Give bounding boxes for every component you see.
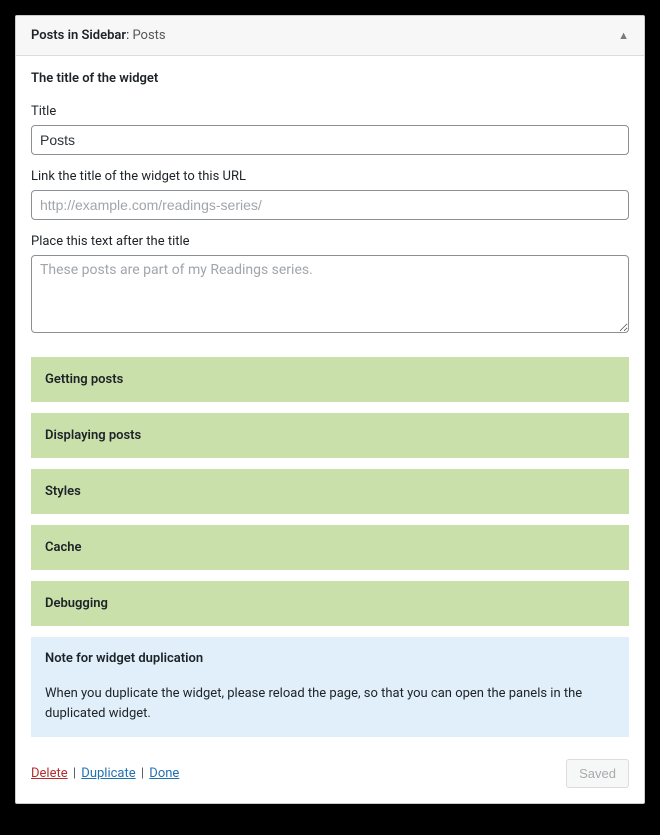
accordion-label: Cache [45,540,82,555]
link-field: Link the title of the widget to this URL [31,169,629,220]
accordion-label: Displaying posts [45,428,141,443]
note-text: When you duplicate the widget, please re… [45,684,615,723]
link-input[interactable] [31,190,629,220]
accordion-label: Styles [45,484,81,499]
widget-instance-title: Posts [132,28,165,43]
delete-link[interactable]: Delete [31,766,68,781]
widget-header-title: Posts in Sidebar: Posts [31,28,166,43]
title-field: Title [31,104,629,155]
intro-label: Place this text after the title [31,234,629,249]
duplicate-link[interactable]: Duplicate [81,766,135,781]
widget-name: Posts in Sidebar [31,28,126,43]
collapse-up-icon[interactable]: ▲ [618,29,629,42]
accordion-cache[interactable]: Cache [31,525,629,570]
accordion-debugging[interactable]: Debugging [31,581,629,626]
accordion-getting-posts[interactable]: Getting posts [31,357,629,402]
note-title: Note for widget duplication [45,651,615,666]
accordion-group: Getting posts Displaying posts Styles Ca… [31,357,629,626]
done-link[interactable]: Done [149,766,179,781]
intro-field: Place this text after the title [31,234,629,337]
intro-textarea[interactable] [31,255,629,333]
accordion-styles[interactable]: Styles [31,469,629,514]
footer-links: Delete | Duplicate | Done [31,766,179,781]
widget-container: Posts in Sidebar: Posts ▲ The title of t… [15,15,645,804]
saved-button: Saved [566,759,629,788]
title-label: Title [31,104,629,119]
accordion-label: Getting posts [45,372,123,387]
separator: | [141,766,144,781]
widget-body: The title of the widget Title Link the t… [16,56,644,803]
link-label: Link the title of the widget to this URL [31,169,629,184]
accordion-label: Debugging [45,596,108,611]
accordion-displaying-posts[interactable]: Displaying posts [31,413,629,458]
title-input[interactable] [31,125,629,155]
section-heading: The title of the widget [31,71,629,86]
separator: | [73,766,76,781]
note-box: Note for widget duplication When you dup… [31,637,629,737]
widget-footer: Delete | Duplicate | Done Saved [31,755,629,788]
widget-header[interactable]: Posts in Sidebar: Posts ▲ [16,16,644,56]
